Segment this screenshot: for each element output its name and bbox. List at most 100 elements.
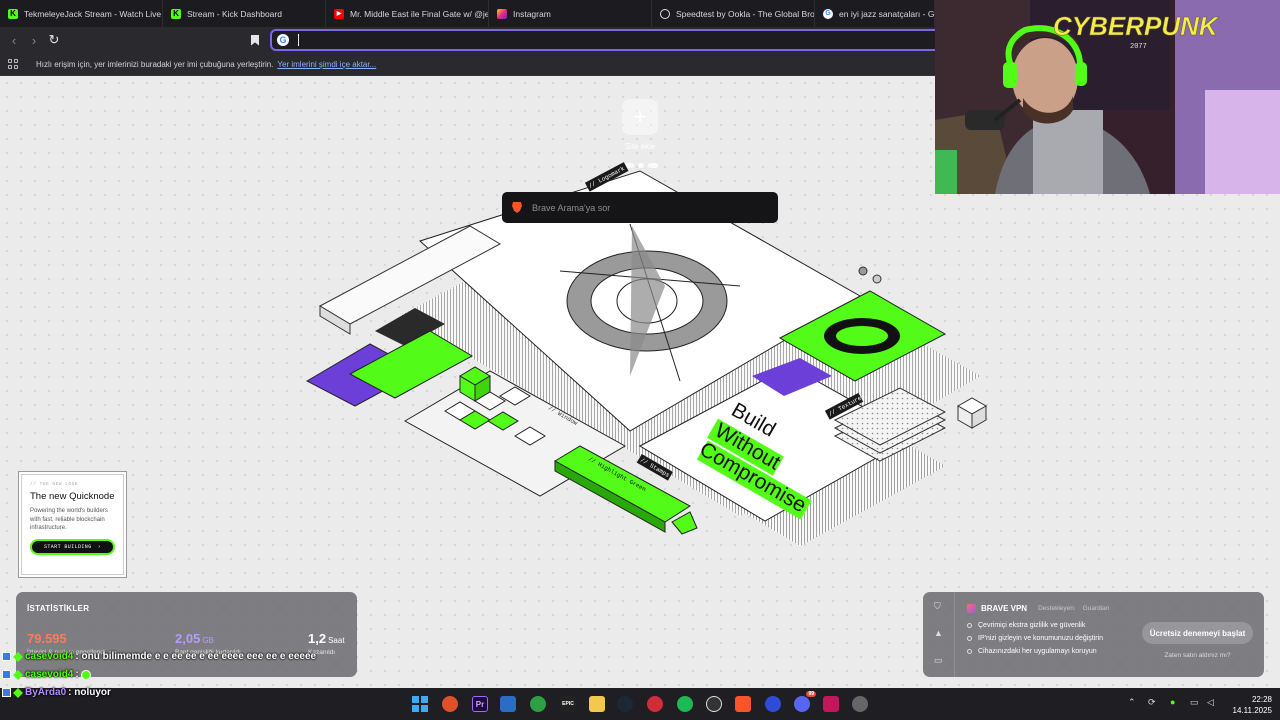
badge-icon	[2, 688, 11, 697]
bullet-icon	[967, 636, 972, 641]
vpn-feature: Cihazınızdaki her uygulamayı koruyun	[967, 648, 1097, 655]
kick-badge-icon	[13, 669, 23, 680]
apps-grid-icon[interactable]	[8, 59, 18, 69]
youtube-icon: ▶	[334, 8, 344, 19]
stat-unit: GB	[202, 636, 214, 645]
ad-tag: // THE NEW LOOK	[30, 482, 79, 487]
start-building-button[interactable]: START BUILDING ›	[30, 539, 115, 556]
brave-icon[interactable]	[735, 696, 751, 712]
ad-title: The new Quicknode	[30, 491, 115, 502]
bullet-icon	[967, 623, 972, 628]
sponsored-ad-card[interactable]: // THE NEW LOOK The new Quicknode Poweri…	[18, 471, 127, 578]
chevron-up-icon[interactable]: ⌃	[1128, 697, 1136, 708]
tab-instagram[interactable]: Instagram	[489, 0, 652, 27]
microphone-icon[interactable]: ●	[1170, 697, 1175, 707]
vpn-header: BRAVE VPN Destekleyen: Guardian	[967, 604, 1109, 613]
search-placeholder: Brave Arama'ya sor	[532, 202, 611, 213]
xbox-icon[interactable]	[530, 696, 546, 712]
chat-username: ByArda0	[25, 687, 67, 698]
speaker-icon[interactable]: ◁	[1207, 697, 1214, 708]
discord-icon[interactable]: 99	[794, 691, 816, 712]
instagram-icon	[497, 8, 507, 19]
vpn-title: BRAVE VPN	[981, 604, 1028, 613]
tab-speedtest[interactable]: Speedtest by Ookla - The Global Broa	[652, 0, 815, 27]
chat-message: ByArda0 : noluyor	[2, 687, 111, 698]
warning-icon[interactable]: ▲	[934, 628, 943, 638]
steam-icon[interactable]	[617, 696, 633, 712]
monitor-icon[interactable]: ▭	[1190, 697, 1199, 708]
clock-time: 22:28	[1251, 695, 1272, 704]
remote-desktop-icon[interactable]	[500, 696, 516, 712]
google-icon: G	[277, 34, 289, 46]
pushpin	[858, 266, 868, 276]
kick-icon: K	[8, 8, 18, 19]
already-purchased-link[interactable]: Zaten satın aldınız mı?	[1142, 652, 1253, 659]
stat-value: 2,05	[175, 631, 201, 646]
tab-google[interactable]: G en iyi jazz sanatçaları - Goog	[815, 0, 935, 27]
reload-icon: ↻	[48, 32, 60, 47]
pushpin	[872, 274, 882, 284]
tab-kick-dashboard[interactable]: K Stream - Kick Dashboard	[163, 0, 326, 27]
bookmark-icon	[251, 34, 259, 46]
obs-icon[interactable]	[706, 696, 722, 712]
tab-kick-stream[interactable]: K TekmeleyeJack Stream - Watch Live o	[0, 0, 163, 27]
start-free-trial-button[interactable]: Ücretsiz denemeyi başlat	[1142, 622, 1253, 644]
vpn-powered-by: Destekleyen:	[1038, 605, 1076, 612]
app-blue-icon[interactable]	[765, 696, 781, 712]
file-explorer-icon[interactable]	[589, 696, 605, 712]
import-bookmarks-link[interactable]: Yer imlerini şimdi içe aktar...	[277, 60, 376, 69]
tab-youtube[interactable]: ▶ Mr. Middle East ile Final Gate w/ @je	[326, 0, 489, 27]
epic-games-icon[interactable]: EPIC	[560, 696, 576, 712]
windows-start-icon[interactable]	[412, 696, 428, 712]
sync-icon[interactable]: ⟳	[1148, 697, 1156, 708]
back-button[interactable]: ‹	[4, 30, 24, 50]
app-red-icon[interactable]	[647, 696, 663, 712]
stats-widget: İSTATİSTİKLER 79.595 İzleyici & reklam e…	[16, 592, 357, 677]
spotify-icon[interactable]	[677, 696, 693, 712]
shield-icon[interactable]: ⛉	[934, 601, 941, 612]
tab-title: Speedtest by Ookla - The Global Broa	[676, 8, 815, 19]
vpn-feature: Çevrimiçi ekstra gizlilik ve güvenlik	[967, 622, 1085, 629]
chat-message: casevoid4 : onu bilimemde e e ee ee e ee…	[2, 651, 316, 662]
google-icon: G	[823, 8, 833, 19]
brave-search-box[interactable]: Brave Arama'ya sor	[502, 192, 778, 223]
reload-button[interactable]: ↻	[44, 30, 64, 50]
forward-button[interactable]: ›	[24, 30, 44, 50]
card-icon[interactable]: ▭	[934, 655, 943, 666]
kick-badge-icon	[13, 651, 23, 662]
text-caret	[298, 34, 299, 46]
badge-icon	[2, 670, 11, 679]
kick-badge-icon	[13, 687, 23, 698]
system-clock[interactable]: 22:28 14.11.2025	[1222, 694, 1272, 716]
tile-logo-inner	[836, 326, 888, 346]
chat-text: : onu bilimemde e e ee ee e ee eeee eee …	[75, 651, 317, 662]
windows-taskbar: Pr EPIC 99 ⌃ ⟳ ● ▭ ◁ 22:28 14.11.2025	[0, 688, 1280, 720]
address-bar[interactable]: G	[270, 29, 970, 51]
svg-text:CYBERPUNK: CYBERPUNK	[1053, 11, 1220, 41]
brave-orange-icon[interactable]	[442, 696, 458, 712]
vpn-partner: Guardian	[1082, 605, 1110, 612]
vpn-widget: ⛉ ▲ ▭ BRAVE VPN Destekleyen: Guardian Çe…	[923, 592, 1264, 677]
stat-unit: Saat	[328, 636, 345, 645]
chevron-right-icon: ›	[97, 544, 101, 551]
bullet-icon	[967, 649, 972, 654]
vpn-feature: IP'nizi gizleyin ve konumunuzu değiştiri…	[967, 635, 1103, 642]
badge-icon	[2, 652, 11, 661]
bookmarks-hint: Hızlı erişim için, yer imlerinizi burada…	[36, 59, 274, 69]
emote-icon	[80, 669, 91, 680]
settings-icon[interactable]	[852, 696, 868, 712]
button-label: START BUILDING	[43, 544, 92, 551]
svg-text:2077: 2077	[1130, 43, 1147, 51]
chat-text: :	[75, 669, 79, 680]
clock-date: 14.11.2025	[1232, 706, 1272, 715]
vpn-logo-icon	[967, 604, 976, 613]
stat-value: 1,2	[308, 631, 327, 646]
chat-message: casevoid4 :	[2, 669, 91, 680]
tab-title: en iyi jazz sanatçaları - Goog	[839, 8, 935, 19]
white-cube	[956, 397, 988, 429]
premiere-icon[interactable]: Pr	[472, 696, 488, 712]
chat-username: casevoid4	[25, 651, 74, 662]
bookmark-button[interactable]	[247, 31, 263, 49]
amd-icon[interactable]	[823, 696, 839, 712]
stat-value: 79.595	[27, 631, 67, 646]
